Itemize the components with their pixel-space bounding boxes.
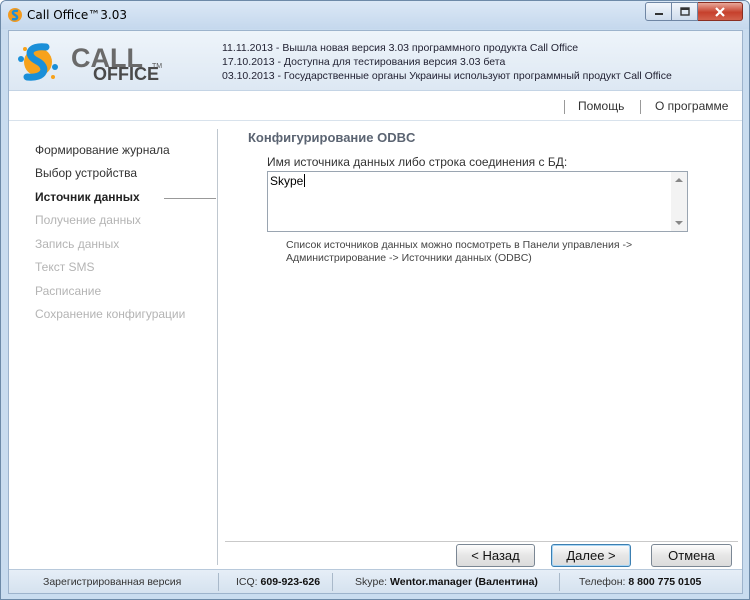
connection-string-label: Имя источника данных либо строка соедине… [267,155,568,169]
step-get-data: Получение данных [35,213,141,227]
back-button[interactable]: < Назад [456,544,535,567]
icq-number: 609-923-626 [260,576,321,588]
phone-label: Телефон: [579,576,626,588]
registration-status: Зарегистрированная версия [43,576,182,588]
hint-line: Список источников данных можно посмотрет… [286,239,633,251]
logo-word-office: OFFICE [93,64,159,84]
step-save-config: Сохранение конфигурации [35,307,186,321]
header-banner: CALL OFFICE TM 11.11.2013 - Вышла новая … [9,31,742,91]
icq-label: ICQ: [236,576,258,588]
about-link[interactable]: О программе [655,99,728,113]
phone-number: 8 800 775 0105 [628,576,702,588]
status-bar: Зарегистрированная версия ICQ: 609-923-6… [9,569,742,593]
step-schedule: Расписание [35,284,102,298]
news-item[interactable]: 03.10.2013 - Государственные органы Укра… [222,69,672,83]
maximize-icon [679,7,690,16]
app-window: Call Office™3.03 CALL OFFICE TM 11.11.20… [0,0,750,600]
menu-separator [640,100,641,114]
page-title: Конфигурирование ODBC [248,130,416,145]
close-icon [715,6,725,17]
scroll-down-arrow-icon[interactable] [675,221,683,225]
connection-string-value: Skype [270,174,304,188]
minimize-button[interactable] [645,2,672,21]
help-link[interactable]: Помощь [578,99,624,113]
active-step-indicator [164,198,216,199]
hint-line: Администрирование -> Источники данных (O… [286,252,532,264]
logo-swirl-icon [18,43,58,81]
sidebar-divider [217,129,218,565]
news-item[interactable]: 17.10.2013 - Доступна для тестирования в… [222,55,672,69]
menu-bar: Помощь О программе [9,91,742,121]
step-sms-text: Текст SMS [35,260,95,274]
step-write-data: Запись данных [35,237,120,251]
window-title: Call Office™3.03 [27,8,127,22]
skype-account: Wentor.manager (Валентина) [390,576,538,588]
status-separator [559,573,560,591]
window-controls [645,2,743,22]
status-separator [218,573,219,591]
status-separator [332,573,333,591]
odbc-hint: Список источников данных можно посмотрет… [286,239,632,265]
scroll-up-arrow-icon[interactable] [675,178,683,182]
connection-string-input[interactable]: Skype [267,171,688,232]
skype-contact: Skype: Wentor.manager (Валентина) [355,576,538,588]
textarea-scrollbar[interactable] [671,172,687,231]
cancel-button[interactable]: Отмена [651,544,732,567]
client-area: CALL OFFICE TM 11.11.2013 - Вышла новая … [8,30,743,594]
news-item[interactable]: 11.11.2013 - Вышла новая версия 3.03 про… [222,41,672,55]
next-button[interactable]: Далее > [551,544,631,567]
footer-divider [225,541,738,542]
call-office-logo: CALL OFFICE TM [13,37,163,87]
maximize-button[interactable] [672,2,698,21]
minimize-icon [654,12,663,15]
icq-contact: ICQ: 609-923-626 [236,576,320,588]
step-device[interactable]: Выбор устройства [35,166,137,180]
close-button[interactable] [698,2,743,21]
news-list: 11.11.2013 - Вышла новая версия 3.03 про… [222,41,672,83]
step-data-source[interactable]: Источник данных [35,190,140,204]
text-caret [304,174,306,187]
app-icon [8,8,22,22]
step-journal[interactable]: Формирование журнала [35,143,170,157]
skype-label: Skype: [355,576,388,588]
menu-separator [564,100,565,114]
phone-contact: Телефон: 8 800 775 0105 [579,576,701,588]
title-bar[interactable]: Call Office™3.03 [1,1,749,29]
logo-trademark: TM [152,63,163,70]
